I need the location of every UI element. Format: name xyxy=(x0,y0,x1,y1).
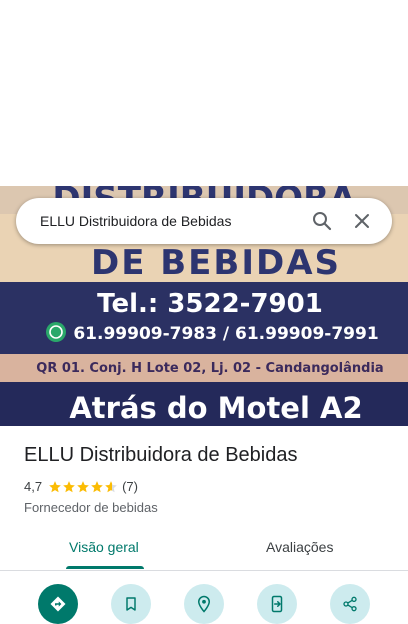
directions-icon xyxy=(50,596,66,612)
sign-reference: Atrás do Motel A2 xyxy=(69,391,362,425)
star-full-icon xyxy=(63,480,75,492)
sign-address: QR 01. Conj. H Lote 02, Lj. 02 - Candang… xyxy=(36,361,383,376)
star-full-icon xyxy=(91,480,103,492)
search-icon xyxy=(313,212,332,231)
clear-search-button[interactable] xyxy=(342,201,382,241)
sign-line2: DE BEBIDAS xyxy=(91,243,341,283)
star-full-icon xyxy=(49,480,61,492)
send-to-phone-icon xyxy=(271,595,283,613)
reviews-count: (7) xyxy=(122,479,138,494)
sign-phone-main: Tel.: 3522-7901 xyxy=(97,289,323,319)
bookmark-icon xyxy=(126,597,136,611)
sign-phones-whatsapp: 61.99909-7983 / 61.99909-7991 xyxy=(73,324,378,344)
directions-button[interactable] xyxy=(38,584,78,624)
tab-overview[interactable]: Visão geral xyxy=(69,539,139,555)
rating-stars xyxy=(48,480,118,494)
rating-row[interactable]: 4,7 (7) xyxy=(24,479,138,494)
star-half-icon xyxy=(105,480,117,492)
share-icon xyxy=(343,596,357,612)
save-button[interactable] xyxy=(111,584,151,624)
rating-value: 4,7 xyxy=(24,479,43,494)
search-bar[interactable]: ELLU Distribuidora de Bebidas xyxy=(16,198,392,244)
share-button[interactable] xyxy=(330,584,370,624)
nearby-icon xyxy=(197,595,211,613)
place-name: ELLU Distribuidora de Bebidas xyxy=(24,444,298,466)
send-to-phone-button[interactable] xyxy=(257,584,297,624)
search-button[interactable] xyxy=(302,201,342,241)
tab-reviews[interactable]: Avaliações xyxy=(266,539,333,555)
action-row xyxy=(0,584,408,624)
search-input[interactable]: ELLU Distribuidora de Bebidas xyxy=(40,213,302,229)
active-tab-indicator xyxy=(66,566,144,569)
close-icon xyxy=(355,214,369,228)
tab-bar: Visão geral Avaliações xyxy=(0,532,408,571)
place-category: Fornecedor de bebidas xyxy=(24,500,158,515)
star-full-icon xyxy=(77,480,89,492)
nearby-button[interactable] xyxy=(184,584,224,624)
